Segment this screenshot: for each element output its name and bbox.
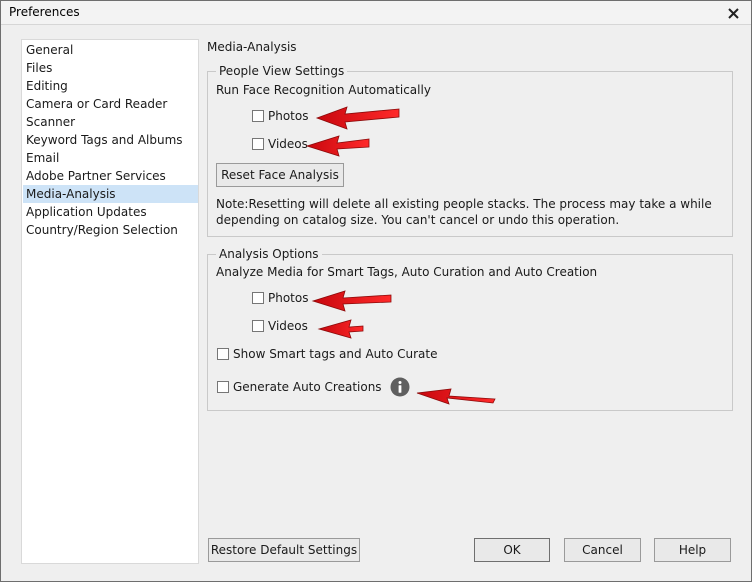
sidebar-item-application-updates[interactable]: Application Updates	[23, 203, 198, 221]
cancel-button[interactable]: Cancel	[564, 538, 641, 562]
people-view-settings-group: People View Settings Run Face Recognitio…	[207, 64, 733, 237]
sidebar-item-email[interactable]: Email	[23, 149, 198, 167]
restore-default-settings-button[interactable]: Restore Default Settings	[208, 538, 360, 562]
page-title: Media-Analysis	[207, 40, 297, 54]
analysis-videos-checkbox[interactable]	[252, 320, 264, 332]
analysis-options-legend: Analysis Options	[216, 247, 322, 261]
sidebar-item-country-region[interactable]: Country/Region Selection	[23, 221, 198, 239]
preferences-dialog: Preferences General Files Editing Camera…	[0, 0, 752, 582]
sidebar-item-editing[interactable]: Editing	[23, 77, 198, 95]
analysis-options-group: Analysis Options Analyze Media for Smart…	[207, 247, 733, 411]
help-button[interactable]: Help	[654, 538, 731, 562]
ok-button[interactable]: OK	[474, 538, 550, 562]
face-recognition-photos-checkbox[interactable]	[252, 110, 264, 122]
window-title: Preferences	[9, 5, 80, 19]
analysis-videos-label[interactable]: Videos	[268, 319, 308, 333]
sidebar-item-media-analysis[interactable]: Media-Analysis	[23, 185, 198, 203]
sidebar-item-files[interactable]: Files	[23, 59, 198, 77]
close-button[interactable]	[723, 3, 743, 23]
auto-creations-label[interactable]: Generate Auto Creations	[233, 380, 382, 394]
info-icon[interactable]	[390, 377, 410, 397]
analyze-media-heading: Analyze Media for Smart Tags, Auto Curat…	[216, 265, 598, 279]
analysis-photos-label[interactable]: Photos	[268, 291, 308, 305]
close-icon	[727, 7, 739, 19]
face-recognition-heading: Run Face Recognition Automatically	[216, 83, 431, 97]
analysis-photos-checkbox[interactable]	[252, 292, 264, 304]
preferences-category-list: General Files Editing Camera or Card Rea…	[21, 39, 199, 564]
title-bar: Preferences	[1, 1, 751, 25]
sidebar-item-scanner[interactable]: Scanner	[23, 113, 198, 131]
smart-tags-label[interactable]: Show Smart tags and Auto Curate	[233, 347, 437, 361]
face-recognition-videos-label[interactable]: Videos	[268, 137, 308, 151]
reset-note-line-2: depending on catalog size. You can't can…	[216, 213, 620, 227]
reset-note: Note:Resetting will delete all existing …	[216, 196, 716, 228]
sidebar-item-general[interactable]: General	[23, 41, 198, 59]
sidebar-item-adobe-partner-services[interactable]: Adobe Partner Services	[23, 167, 198, 185]
face-recognition-photos-label[interactable]: Photos	[268, 109, 308, 123]
sidebar-item-keyword-tags-albums[interactable]: Keyword Tags and Albums	[23, 131, 198, 149]
reset-face-analysis-button[interactable]: Reset Face Analysis	[216, 163, 344, 187]
auto-creations-checkbox[interactable]	[217, 381, 229, 393]
people-view-legend: People View Settings	[216, 64, 348, 78]
reset-note-line-1: Note:Resetting will delete all existing …	[216, 197, 712, 211]
face-recognition-videos-checkbox[interactable]	[252, 138, 264, 150]
sidebar-item-camera-card-reader[interactable]: Camera or Card Reader	[23, 95, 198, 113]
smart-tags-checkbox[interactable]	[217, 348, 229, 360]
